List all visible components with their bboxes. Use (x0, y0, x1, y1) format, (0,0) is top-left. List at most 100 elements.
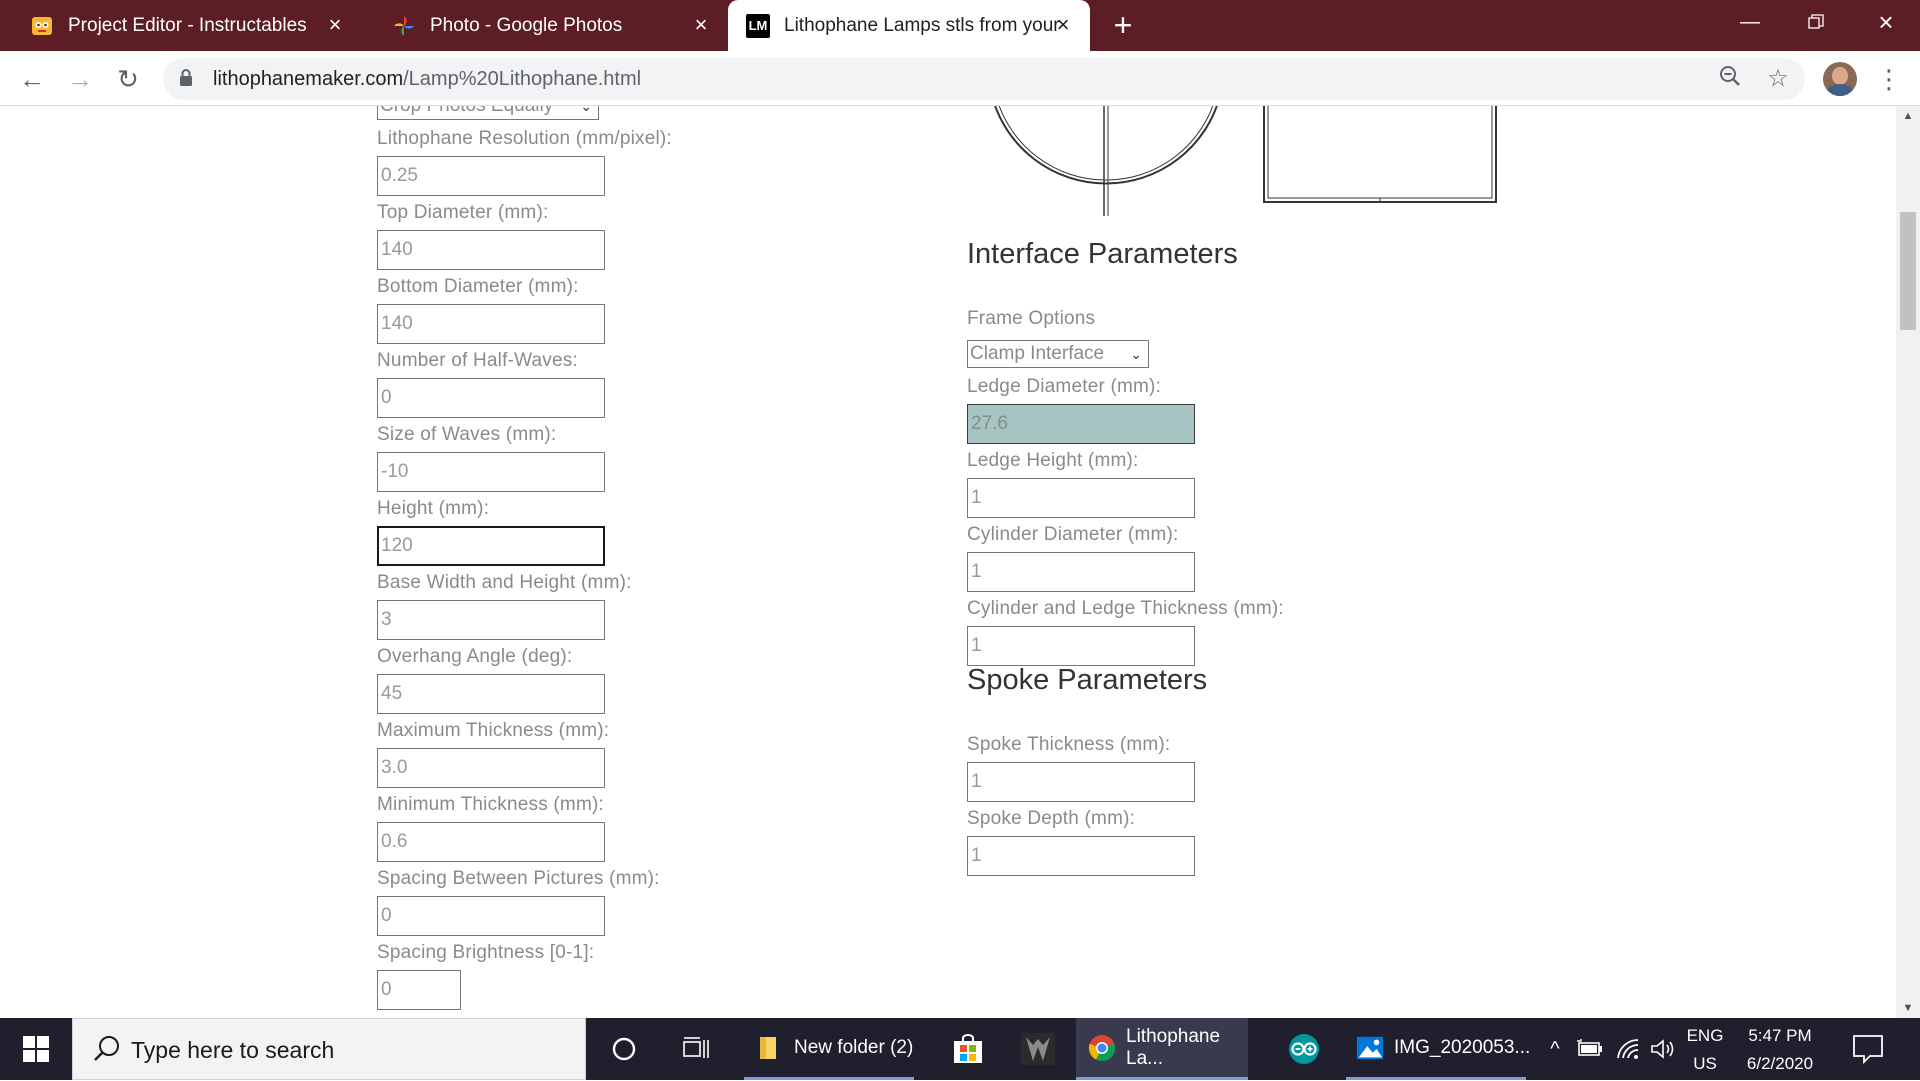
scroll-up-arrow-icon[interactable]: ▲ (1896, 106, 1920, 126)
language-code: ENG (1686, 1026, 1724, 1045)
tab-google-photos[interactable]: Photo - Google Photos × (362, 0, 728, 51)
windows-logo-icon (23, 1036, 49, 1062)
taskbar-item-label: New folder (2) (794, 1036, 914, 1058)
half-waves-input[interactable]: 0 (377, 378, 605, 418)
action-center-notification-icon[interactable] (1850, 1032, 1886, 1066)
restore-icon[interactable] (1788, 0, 1844, 44)
cylinder-ledge-thickness-input[interactable]: 1 (967, 626, 1195, 666)
lm-logo-icon: LM (746, 13, 770, 38)
field-label: Size of Waves (mm): (377, 424, 557, 445)
min-thickness-input[interactable]: 0.6 (377, 822, 605, 862)
top-diameter-input[interactable]: 140 (377, 230, 605, 270)
more-menu-icon[interactable]: ⋮ (1874, 63, 1904, 95)
lamp-diagram (994, 106, 1497, 216)
url-path: /Lamp%20Lithophane.html (403, 68, 642, 90)
field-label: Bottom Diameter (mm): (377, 276, 579, 297)
photos-app-icon (1356, 1034, 1384, 1062)
tab-title: Photo - Google Photos (430, 14, 623, 36)
base-width-height-input[interactable]: 3 (377, 600, 605, 640)
field-label: Maximum Thickness (mm): (377, 720, 610, 741)
frame-options-value: Clamp Interface (970, 343, 1105, 364)
microsoft-store-icon (954, 1034, 982, 1063)
task-view-icon (683, 1037, 709, 1058)
ledge-height-input[interactable]: 1 (967, 478, 1195, 518)
ledge-diameter-input[interactable]: 27.6 (967, 404, 1195, 444)
language-indicator[interactable]: ENG US (1680, 1018, 1730, 1080)
url-text: lithophanemaker.com/Lamp%20Lithophane.ht… (213, 58, 641, 100)
search-icon (94, 1036, 119, 1061)
predator-sense-icon (1021, 1033, 1055, 1065)
crop-photos-select[interactable]: Crop Photos Equally ⌄ (377, 106, 599, 120)
tab-title: Lithophane Lamps stls from your (784, 14, 1060, 36)
chrome-icon (1088, 1034, 1116, 1062)
page-content: Crop Photos Equally ⌄ Lithophane Resolut… (0, 106, 1896, 1018)
frame-options-label: Frame Options (967, 308, 1096, 329)
taskbar-search-box[interactable]: Type here to search (72, 1018, 586, 1080)
tab-project-editor[interactable]: Project Editor - Instructables × (0, 0, 362, 51)
wifi-icon[interactable] (1612, 1018, 1646, 1080)
region-code: US (1693, 1054, 1717, 1073)
spoke-depth-input[interactable]: 1 (967, 836, 1195, 876)
taskbar-store[interactable] (940, 1018, 996, 1080)
taskbar-item-new-folder[interactable]: New folder (2) (744, 1018, 914, 1080)
field-label: Spoke Depth (mm): (967, 808, 1136, 829)
bottom-diameter-input[interactable]: 140 (377, 304, 605, 344)
overhang-angle-input[interactable]: 45 (377, 674, 605, 714)
windows-taskbar: Type here to search New folder (2) Litho… (0, 1018, 1920, 1080)
task-view-button[interactable] (672, 1018, 720, 1080)
chevron-down-icon: ⌄ (580, 106, 592, 114)
cylinder-diameter-input[interactable]: 1 (967, 552, 1195, 592)
close-icon[interactable]: × (1050, 12, 1076, 38)
address-bar[interactable]: lithophanemaker.com/Lamp%20Lithophane.ht… (163, 58, 1805, 100)
volume-icon[interactable] (1646, 1018, 1680, 1080)
height-input[interactable]: 120 (377, 526, 605, 566)
scrollbar-thumb[interactable] (1900, 212, 1916, 330)
reload-icon[interactable]: ↻ (110, 61, 146, 97)
spacing-pictures-input[interactable]: 0 (377, 896, 605, 936)
field-label: Overhang Angle (deg): (377, 646, 573, 667)
avatar[interactable] (1823, 62, 1857, 96)
new-tab-plus-icon[interactable]: + (1106, 8, 1140, 42)
lock-icon (180, 69, 192, 86)
field-label: Spoke Thickness (mm): (967, 734, 1171, 755)
interface-parameters-heading: Interface Parameters (967, 238, 1238, 270)
resolution-input[interactable]: 0.25 (377, 156, 605, 196)
folder-icon (756, 1034, 784, 1062)
frame-options-select[interactable]: Clamp Interface ⌄ (967, 340, 1149, 368)
close-window-icon[interactable]: × (1858, 0, 1914, 44)
field-label: Base Width and Height (mm): (377, 572, 632, 593)
spacing-brightness-input[interactable]: 0 (377, 970, 461, 1010)
close-icon[interactable]: × (688, 12, 714, 38)
windows-start-button[interactable] (0, 1018, 72, 1080)
max-thickness-input[interactable]: 3.0 (377, 748, 605, 788)
field-label: Lithophane Resolution (mm/pixel): (377, 128, 672, 149)
close-icon[interactable]: × (322, 12, 348, 38)
taskbar-item-photos[interactable]: IMG_2020053... (1346, 1018, 1530, 1080)
cortana-circle-icon (612, 1037, 636, 1061)
taskbar-predator[interactable] (1010, 1018, 1066, 1080)
back-arrow-icon[interactable]: ← (14, 61, 50, 97)
field-label: Ledge Diameter (mm): (967, 376, 1162, 397)
chevron-down-icon: ⌄ (1130, 346, 1142, 362)
taskbar-clock[interactable]: 5:47 PM 6/2/2020 (1730, 1018, 1830, 1080)
bookmark-star-icon[interactable]: ☆ (1763, 64, 1793, 94)
zoom-magnifier-icon[interactable] (1715, 64, 1745, 94)
search-placeholder: Type here to search (131, 1037, 335, 1063)
arduino-icon (1289, 1034, 1319, 1064)
taskbar-item-label: IMG_2020053... (1394, 1036, 1531, 1058)
battery-icon[interactable] (1574, 1018, 1608, 1080)
cortana-button[interactable] (600, 1018, 648, 1080)
forward-arrow-icon[interactable]: → (62, 61, 98, 97)
wave-size-input[interactable]: -10 (377, 452, 605, 492)
taskbar-arduino[interactable] (1276, 1018, 1332, 1080)
field-label: Number of Half-Waves: (377, 350, 578, 371)
tab-lithophane-lamps[interactable]: LM Lithophane Lamps stls from your × (728, 0, 1090, 51)
spoke-thickness-input[interactable]: 1 (967, 762, 1195, 802)
scroll-down-arrow-icon[interactable]: ▼ (1896, 998, 1920, 1018)
taskbar-item-chrome[interactable]: Lithophane La... (1076, 1018, 1248, 1080)
minimize-icon[interactable]: — (1722, 0, 1778, 44)
tray-chevron-up-icon[interactable]: ^ (1540, 1018, 1570, 1080)
browser-tab-strip: Project Editor - Instructables × Photo -… (0, 0, 1920, 51)
field-label: Cylinder Diameter (mm): (967, 524, 1179, 545)
page-scrollbar[interactable]: ▲ ▼ (1896, 106, 1920, 1018)
